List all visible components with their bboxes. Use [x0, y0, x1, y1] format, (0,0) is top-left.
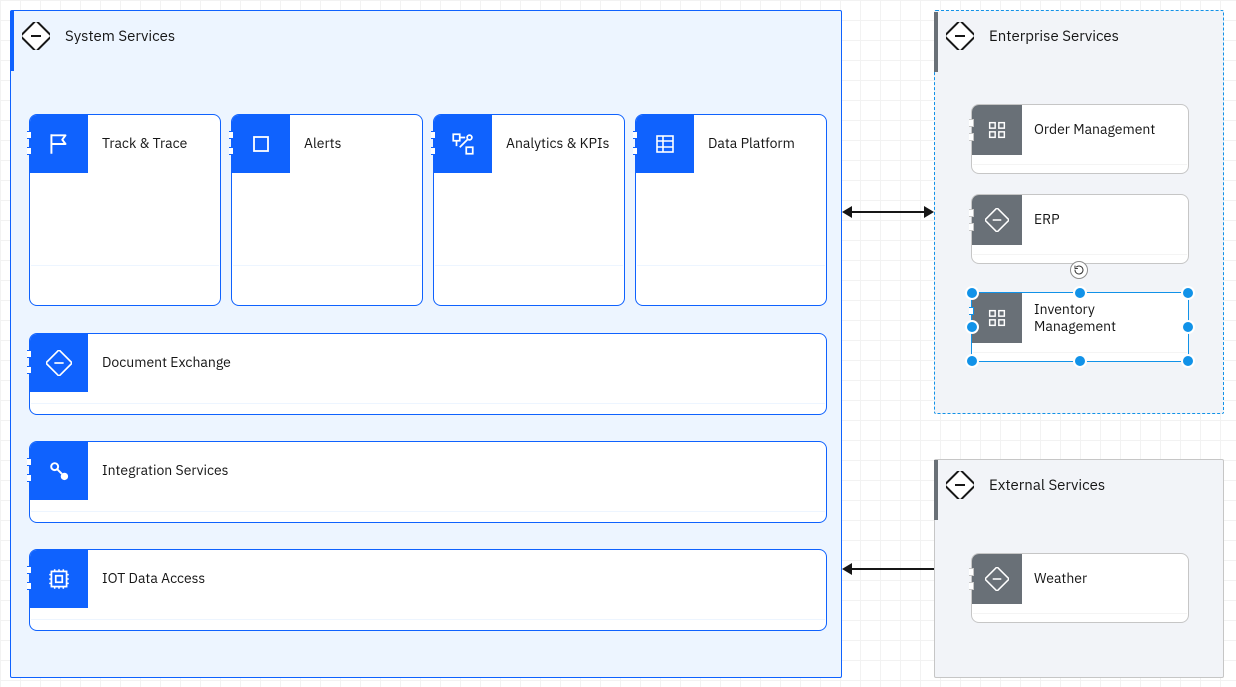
component-notch-icon [431, 131, 436, 139]
card-label: Weather [1022, 554, 1099, 604]
connection-icon [30, 442, 88, 500]
diamond-minus-icon [945, 470, 975, 500]
component-notch-icon [969, 209, 974, 217]
divider [973, 352, 1187, 353]
card-label: Alerts [290, 115, 355, 173]
diamond-minus-icon [21, 21, 51, 51]
component-notch-icon [969, 223, 974, 231]
bar-label: Integration Services [88, 442, 243, 500]
card-analytics-kpis[interactable]: Analytics & KPIs [433, 114, 625, 306]
card-label: Inventory Management [1022, 293, 1188, 343]
apps-icon [972, 105, 1022, 155]
model-icon [434, 115, 492, 173]
component-notch-icon [229, 131, 234, 139]
selection-handle-icon[interactable] [1181, 320, 1195, 334]
group-tab-icon [934, 460, 938, 520]
component-notch-icon [27, 566, 32, 574]
divider [31, 403, 825, 404]
bar-iot-data-access[interactable]: IOT Data Access [29, 549, 827, 631]
selection-handle-icon[interactable] [1181, 354, 1195, 368]
card-inventory-management[interactable]: Inventory Management [971, 292, 1189, 362]
card-alerts[interactable]: Alerts [231, 114, 423, 306]
arrowhead-right-icon [924, 206, 934, 218]
divider [973, 613, 1187, 614]
component-notch-icon [27, 147, 32, 155]
apps-icon [972, 293, 1022, 343]
component-notch-icon [969, 582, 974, 590]
card-label: Track & Trace [88, 115, 201, 173]
component-notch-icon [27, 582, 32, 590]
component-notch-icon [27, 474, 32, 482]
card-data-platform[interactable]: Data Platform [635, 114, 827, 306]
card-weather[interactable]: Weather [971, 553, 1189, 623]
selection-handle-icon[interactable] [1073, 354, 1087, 368]
diamond-minus-icon [945, 21, 975, 51]
chip-icon [30, 550, 88, 608]
diamond-minus-icon [972, 554, 1022, 604]
square-icon [232, 115, 290, 173]
selection-handle-icon[interactable] [965, 320, 979, 334]
card-label: Order Management [1022, 105, 1167, 155]
divider [637, 265, 825, 266]
card-label: Analytics & KPIs [492, 115, 623, 173]
group-title: External Services [989, 476, 1105, 495]
component-notch-icon [27, 366, 32, 374]
card-label: ERP [1022, 195, 1072, 245]
connector-directional[interactable] [852, 568, 934, 570]
card-track-trace[interactable]: Track & Trace [29, 114, 221, 306]
component-notch-icon [969, 568, 974, 576]
selection-handle-icon[interactable] [965, 354, 979, 368]
card-order-management[interactable]: Order Management [971, 104, 1189, 174]
group-tab-icon [10, 11, 14, 71]
card-label: Data Platform [694, 115, 809, 173]
selection-handle-icon[interactable] [1181, 286, 1195, 300]
bar-label: IOT Data Access [88, 550, 219, 608]
selection-handle-icon[interactable] [1073, 286, 1087, 300]
connector-bidirectional[interactable] [852, 211, 924, 213]
group-tab-icon [934, 12, 938, 72]
divider [31, 265, 219, 266]
diamond-minus-icon [972, 195, 1022, 245]
bar-document-exchange[interactable]: Document Exchange [29, 333, 827, 415]
component-notch-icon [633, 131, 638, 139]
group-title: System Services [65, 27, 175, 46]
component-notch-icon [27, 350, 32, 358]
component-notch-icon [431, 147, 436, 155]
component-notch-icon [969, 119, 974, 127]
arrowhead-left-icon [842, 206, 852, 218]
diagram-canvas[interactable]: System Services Track & Trace [0, 0, 1236, 687]
group-title: Enterprise Services [989, 27, 1119, 46]
flag-icon [30, 115, 88, 173]
selection-handle-icon[interactable] [965, 286, 979, 300]
arrowhead-left-icon [842, 563, 852, 575]
group-external-services[interactable]: External Services Weather [934, 459, 1224, 678]
divider [973, 254, 1187, 255]
divider [435, 265, 623, 266]
divider [31, 511, 825, 512]
rotate-handle-icon[interactable] [1070, 261, 1088, 279]
component-notch-icon [633, 147, 638, 155]
card-erp[interactable]: ERP [971, 194, 1189, 264]
divider [233, 265, 421, 266]
component-notch-icon [969, 307, 974, 315]
component-notch-icon [27, 458, 32, 466]
group-system-services[interactable]: System Services Track & Trace [10, 10, 842, 678]
data-table-icon [636, 115, 694, 173]
diamond-minus-icon [30, 334, 88, 392]
divider [973, 164, 1187, 165]
group-enterprise-services[interactable]: Enterprise Services Order Management [934, 10, 1224, 414]
component-notch-icon [969, 133, 974, 141]
divider [31, 619, 825, 620]
bar-label: Document Exchange [88, 334, 245, 392]
component-notch-icon [229, 147, 234, 155]
component-notch-icon [27, 131, 32, 139]
bar-integration-services[interactable]: Integration Services [29, 441, 827, 523]
